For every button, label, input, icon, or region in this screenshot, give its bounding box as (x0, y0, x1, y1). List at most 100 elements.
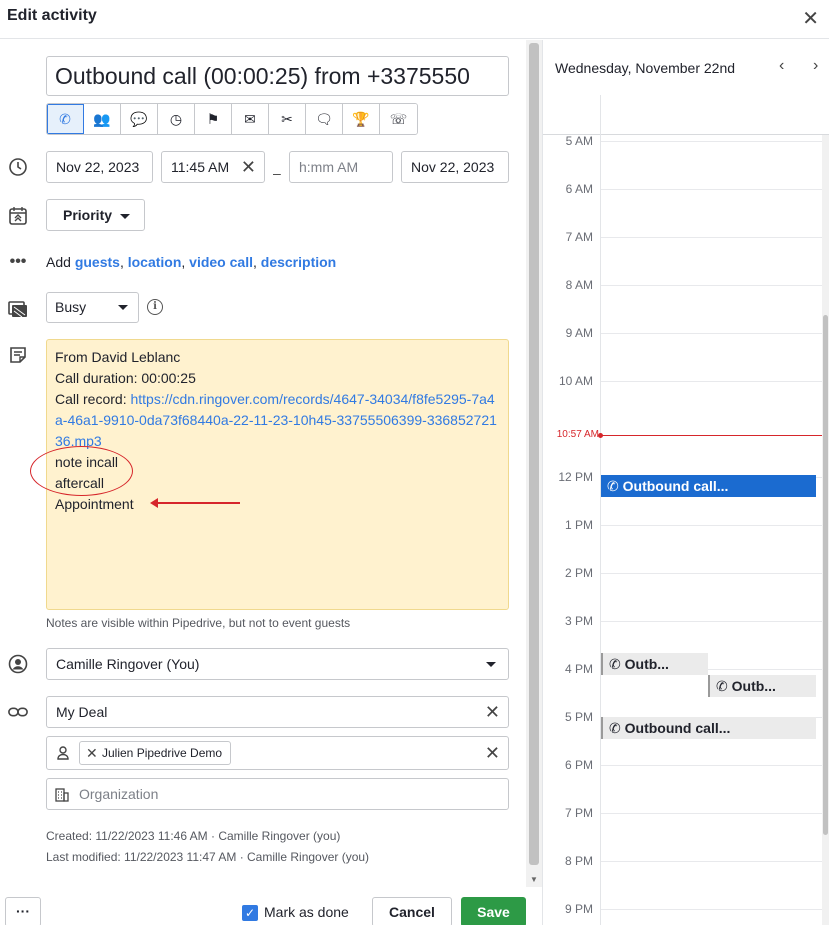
calendar-event[interactable]: ✆ Outbound call... (601, 475, 816, 497)
separator: , (181, 254, 190, 270)
hour-gridline (600, 189, 822, 190)
calendar-event[interactable]: ✆ Outb... (601, 653, 708, 675)
message-type-icon[interactable]: 🗨 (306, 104, 343, 134)
calendar-date: Wednesday, November 22nd (555, 60, 736, 76)
person-icon (57, 737, 69, 767)
start-date-input[interactable]: Nov 22, 2023 (46, 151, 153, 183)
calendar-event[interactable]: ✆ Outbound call... (601, 717, 816, 739)
save-button[interactable]: Save (461, 897, 526, 925)
clear-deal-icon[interactable]: ✕ (485, 697, 500, 727)
availability-icon (8, 298, 28, 318)
inbox-type-icon[interactable]: ✉ (232, 104, 269, 134)
separator: , (252, 254, 261, 270)
priority-dropdown[interactable]: Priority (46, 199, 145, 231)
created-meta: Created: 11/22/2023 11:46 AM · Camille R… (46, 829, 341, 843)
hour-gridline (600, 573, 822, 574)
hour-gridline (600, 333, 822, 334)
chevron-right-icon[interactable]: › (813, 57, 818, 75)
subject-input[interactable]: Outbound call (00:00:25) from +3375550 (46, 56, 509, 96)
range-dash: – (273, 165, 281, 181)
clear-time-icon[interactable]: ✕ (241, 152, 256, 182)
chevron-down-icon (120, 213, 131, 219)
add-details-line: Add guests, location, video call, descri… (46, 254, 336, 270)
organization-input[interactable]: Organization (46, 778, 509, 810)
note-line: Appointment (55, 496, 134, 512)
owner-dropdown[interactable]: Camille Ringover (You) (46, 648, 509, 680)
hour-label: 12 PM (558, 470, 593, 484)
more-options-icon: ••• (9, 253, 27, 270)
note-record: Call record: https://cdn.ringover.com/re… (55, 389, 500, 452)
note-duration: Call duration: 00:00:25 (55, 370, 196, 386)
person-input[interactable]: ✕ Julien Pipedrive Demo ✕ (46, 736, 509, 770)
flag-type-icon[interactable]: ⚑ (195, 104, 232, 134)
event-title: Outbound call... (624, 720, 731, 736)
annotation-arrow (150, 498, 240, 508)
building-icon (55, 779, 69, 809)
hour-gridline (600, 765, 822, 766)
link-icon (8, 702, 28, 722)
info-icon[interactable]: i (147, 299, 163, 315)
hour-gridline (600, 909, 822, 910)
mark-as-done-checkbox[interactable]: ✓ Mark as done (242, 904, 349, 922)
current-time-line (598, 433, 823, 438)
hour-gridline (600, 141, 822, 142)
scroll-thumb[interactable] (529, 43, 539, 865)
phone-icon: ✆ (607, 478, 619, 494)
cancel-button[interactable]: Cancel (372, 897, 452, 925)
end-time-input[interactable]: h:mm AM (289, 151, 393, 183)
add-location-link[interactable]: location (128, 254, 182, 270)
calendar-event[interactable]: ✆ Outb... (708, 675, 816, 697)
clear-person-icon[interactable]: ✕ (485, 737, 500, 769)
chevron-down-icon (118, 305, 128, 310)
trophy-type-icon[interactable]: 🏆 (343, 104, 380, 134)
availability-value: Busy (55, 299, 87, 315)
checkbox-checked-icon[interactable]: ✓ (242, 905, 258, 922)
add-guests-link[interactable]: guests (75, 254, 120, 270)
chevron-left-icon[interactable]: ‹ (779, 57, 784, 75)
more-actions-button[interactable]: ··· (5, 897, 41, 925)
calendar-priority-icon (8, 206, 28, 226)
event-title: Outb... (624, 656, 669, 672)
hour-gridline (600, 381, 822, 382)
calendar-header: Wednesday, November 22nd ‹ › (543, 40, 829, 95)
add-video-call-link[interactable]: video call (189, 254, 253, 270)
annotation-circle (30, 446, 133, 496)
hour-label: 2 PM (564, 566, 593, 580)
hour-label: 8 AM (565, 278, 593, 292)
close-icon[interactable]: ✕ (802, 6, 819, 31)
hour-label: 1 PM (564, 518, 593, 532)
lunch-type-icon[interactable]: ✂ (269, 104, 306, 134)
end-date-input[interactable]: Nov 22, 2023 (401, 151, 509, 183)
phone-icon: ✆ (716, 678, 728, 694)
hour-gridline (600, 285, 822, 286)
calendar-scroll-thumb[interactable] (823, 315, 828, 835)
phone-type-icon[interactable]: ☏ (380, 104, 417, 134)
dialog-header: Edit activity ✕ (0, 0, 829, 39)
hour-label: 9 AM (565, 326, 593, 340)
note-visibility-hint: Notes are visible within Pipedrive, but … (46, 616, 351, 630)
form-scrollbar[interactable]: ▼ (526, 40, 542, 887)
add-description-link[interactable]: description (261, 254, 336, 270)
hour-gridline (600, 525, 822, 526)
hour-label: 7 AM (565, 230, 593, 244)
call-type-icon[interactable]: ✆ (47, 104, 84, 134)
phone-icon: ✆ (609, 720, 621, 736)
hour-label: 10 AM (558, 374, 593, 388)
scroll-down-icon[interactable]: ▼ (530, 875, 538, 884)
end-time-placeholder: h:mm AM (299, 159, 359, 175)
hour-label: 5 AM (565, 134, 593, 148)
owner-value: Camille Ringover (You) (56, 656, 200, 672)
start-time-input[interactable]: 11:45 AM ✕ (161, 151, 265, 183)
hour-gridline (600, 621, 822, 622)
event-title: Outbound call... (622, 478, 729, 494)
availability-dropdown[interactable]: Busy (46, 292, 139, 323)
modified-meta: Last modified: 11/22/2023 11:47 AM · Cam… (46, 850, 370, 864)
hour-label: 6 PM (564, 758, 593, 772)
note-record-prefix: Call record: (55, 391, 131, 407)
meeting-type-icon[interactable]: 👥 (84, 104, 121, 134)
remove-person-icon[interactable]: ✕ (86, 742, 98, 764)
deal-input[interactable]: My Deal ✕ (46, 696, 509, 728)
calendar-scrollbar[interactable] (822, 135, 829, 925)
clock-type-icon[interactable]: ◷ (158, 104, 195, 134)
chat-type-icon[interactable]: 💬 (121, 104, 158, 134)
